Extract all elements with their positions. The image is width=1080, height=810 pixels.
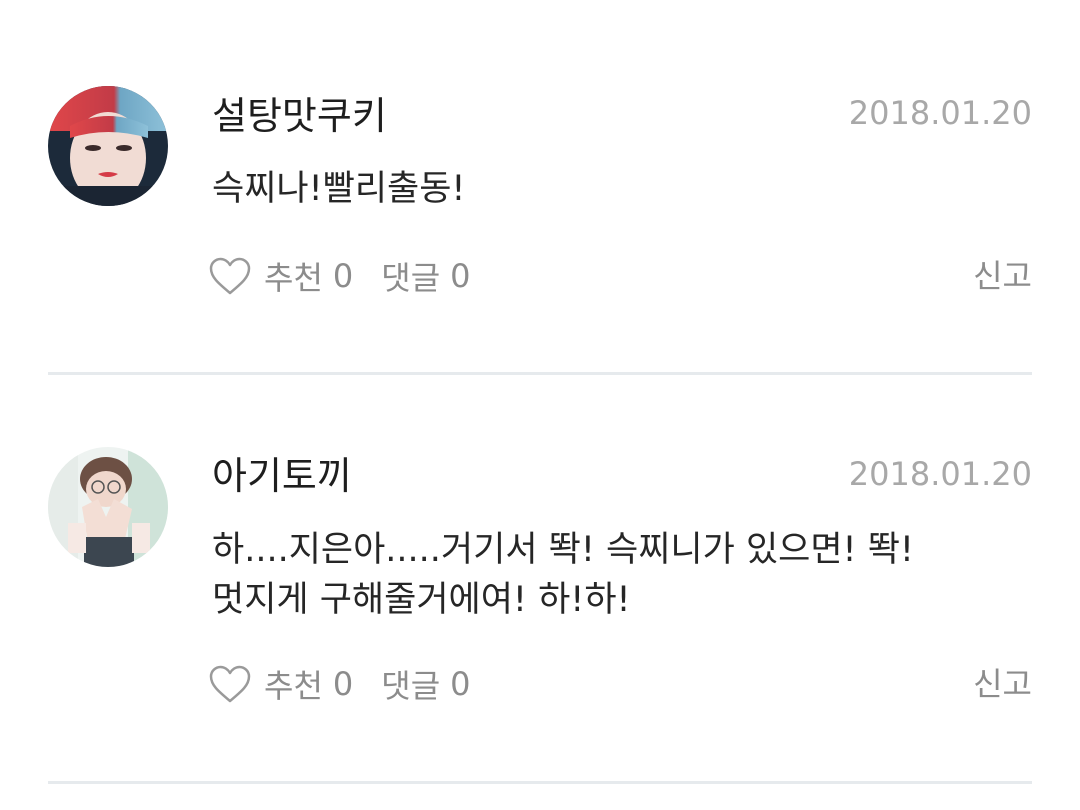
like-button[interactable]: 추천 0 [208, 661, 353, 707]
reply-label: 댓글 [381, 667, 441, 705]
comment-text: 슥찌나!빨리출동! [212, 164, 1032, 214]
comment-text-line: 슥찌나!빨리출동! [212, 169, 466, 209]
comment-actions: 추천 0 댓글 0 [208, 661, 471, 707]
avatar-photo-icon [48, 447, 168, 567]
comment-date: 2018.01.20 [848, 455, 1032, 493]
like-count: 0 [332, 257, 354, 295]
comment-item: 설탕맛쿠키 2018.01.20 슥찌나!빨리출동! 추천 0 댓글 0 신고 [48, 0, 1032, 373]
comment-text: 하....지은아.....거기서 똭! 슥찌니가 있으면! 똭! 멋지게 구해줄… [212, 525, 1032, 625]
comment-text-line: 멋지게 구해줄거에여! 하!하! [212, 580, 631, 620]
heart-icon [209, 665, 251, 703]
reply-button[interactable]: 댓글 0 [381, 253, 470, 299]
divider [48, 781, 1032, 784]
reply-count: 0 [450, 257, 471, 295]
like-count: 0 [332, 665, 354, 703]
username[interactable]: 아기토끼 [212, 453, 352, 499]
comment-item: 아기토끼 2018.01.20 하....지은아.....거기서 똭! 슥찌니가… [48, 375, 1032, 783]
reply-count: 0 [450, 665, 471, 703]
like-label: 추천 [264, 259, 323, 297]
like-button[interactable]: 추천 0 [208, 253, 353, 299]
user-avatar[interactable] [48, 447, 168, 567]
heart-icon [209, 257, 251, 295]
comment-actions: 추천 0 댓글 0 [208, 253, 471, 299]
report-button[interactable]: 신고 [973, 661, 1032, 707]
reply-button[interactable]: 댓글 0 [381, 661, 470, 707]
user-avatar[interactable] [48, 86, 168, 206]
like-label: 추천 [264, 667, 323, 705]
comment-date: 2018.01.20 [848, 94, 1032, 132]
username[interactable]: 설탕맛쿠키 [212, 93, 387, 139]
comment-text-line: 하....지은아.....거기서 똭! 슥찌니가 있으면! 똭! [212, 530, 914, 570]
report-button[interactable]: 신고 [973, 253, 1032, 299]
reply-label: 댓글 [381, 259, 441, 297]
avatar-photo-icon [48, 86, 168, 206]
